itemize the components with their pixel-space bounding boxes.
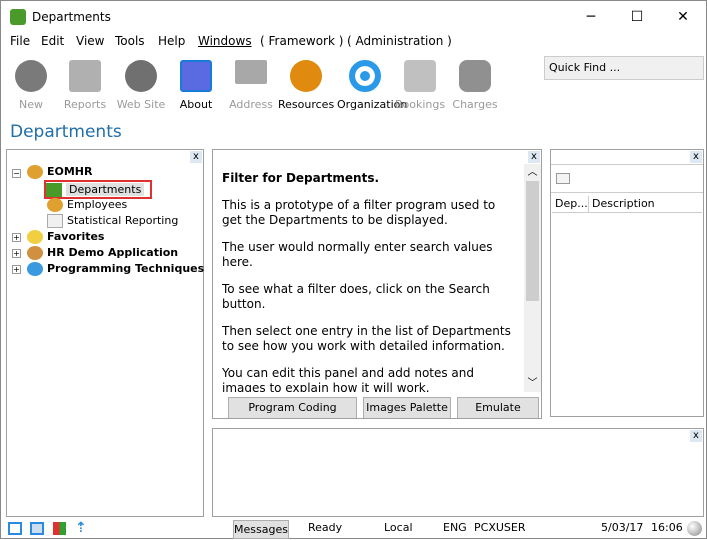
list-panel: x Dep... Description <box>550 149 704 417</box>
menu-file[interactable]: File <box>10 34 30 48</box>
close-panel-button[interactable]: x <box>528 151 540 163</box>
database-icon <box>459 60 491 92</box>
person-icon <box>27 246 43 260</box>
column-header-department[interactable]: Dep... <box>555 196 589 212</box>
menu-view[interactable]: View <box>76 34 104 48</box>
scrollbar-thumb[interactable] <box>526 181 539 301</box>
puzzle-icon <box>46 183 62 197</box>
status-user: PCXUSER <box>474 521 526 534</box>
sort-icon[interactable]: ⇡ <box>75 520 87 536</box>
program-coding-assistant-button[interactable]: Program Coding Assistant <box>228 397 357 418</box>
globe-icon <box>125 60 157 92</box>
images-palette-button[interactable]: Images Palette <box>363 397 451 418</box>
gear-icon <box>27 262 43 276</box>
messages-button[interactable]: Messages <box>233 520 289 539</box>
person-headset-icon <box>290 60 322 92</box>
vertical-scrollbar[interactable]: ︿ ﹀ <box>524 164 541 392</box>
app-icon <box>10 9 26 25</box>
people-icon <box>47 198 63 212</box>
reports-button[interactable]: Reports <box>57 56 113 111</box>
status-date: 5/03/17 <box>601 521 644 534</box>
address-button[interactable]: Address <box>223 56 279 111</box>
collapse-icon[interactable]: − <box>12 169 21 178</box>
gear-icon <box>349 60 381 92</box>
tree-item-eomhr[interactable]: EOMHR <box>27 164 93 180</box>
close-button[interactable]: ✕ <box>660 1 706 33</box>
status-state: Ready <box>308 521 343 534</box>
filter-paragraph: This is a prototype of a filter program … <box>222 198 496 227</box>
bookings-button[interactable]: Bookings <box>392 56 448 111</box>
filter-paragraph: To see what a filter does, click on the … <box>222 282 490 311</box>
tree-item-programming-techniques[interactable]: Programming Techniques <box>27 261 204 277</box>
select-all-checkbox[interactable] <box>556 173 570 184</box>
toolbar: New Reports Web Site About Address Resou… <box>1 56 541 116</box>
menu-bar: File Edit View Tools Help Windows ( Fram… <box>1 33 707 51</box>
folder-icon <box>69 60 101 92</box>
status-location: Local <box>384 521 413 534</box>
organization-button[interactable]: Organization <box>337 56 407 111</box>
filter-paragraph: You can edit this panel and add notes an… <box>222 366 475 392</box>
title-bar: Departments ─ ☐ ✕ <box>1 1 707 33</box>
filter-title: Filter for Departments. <box>222 171 380 185</box>
close-panel-button[interactable]: x <box>690 151 702 163</box>
close-panel-button[interactable]: x <box>690 430 702 442</box>
clock-icon <box>404 60 436 92</box>
layout-icon-2[interactable] <box>30 522 44 535</box>
navigation-tree-panel: x − EOMHR Departments Employees Statisti… <box>6 149 204 517</box>
column-header-description[interactable]: Description <box>592 196 655 212</box>
status-indicator-icon <box>687 521 702 536</box>
layout-icon-1[interactable] <box>8 522 22 535</box>
tree-item-hr-demo[interactable]: HR Demo Application <box>27 245 178 261</box>
filter-paragraph: Then select one entry in the list of Dep… <box>222 324 511 353</box>
expand-icon[interactable]: + <box>12 265 21 274</box>
tree-item-favorites[interactable]: Favorites <box>27 229 104 245</box>
website-button[interactable]: Web Site <box>113 56 169 111</box>
status-time: 16:06 <box>651 521 683 534</box>
people-icon <box>27 165 43 179</box>
about-button[interactable]: About <box>168 56 224 111</box>
menu-windows[interactable]: Windows <box>198 34 252 48</box>
filter-content: Filter for Departments. This is a protot… <box>213 164 523 392</box>
charges-button[interactable]: Charges <box>447 56 503 111</box>
about-gear-icon <box>180 60 212 92</box>
maximize-button[interactable]: ☐ <box>614 1 660 33</box>
quick-find-input[interactable]: Quick Find ... <box>544 56 704 80</box>
window-title: Departments <box>32 10 111 24</box>
envelope-icon <box>235 60 267 84</box>
plus-circle-icon <box>15 60 47 92</box>
color-palette-icon[interactable] <box>53 522 66 535</box>
status-language: ENG <box>443 521 467 534</box>
minimize-button[interactable]: ─ <box>568 1 614 33</box>
scroll-down-icon[interactable]: ﹀ <box>524 375 541 392</box>
emulate-search-button[interactable]: Emulate Search <box>457 397 539 418</box>
star-icon <box>27 230 43 244</box>
filter-paragraph: The user would normally enter search val… <box>222 240 493 269</box>
menu-framework[interactable]: ( Framework ) <box>260 34 343 48</box>
expand-icon[interactable]: + <box>12 249 21 258</box>
menu-edit[interactable]: Edit <box>41 34 64 48</box>
list-header: Dep... Description <box>552 196 702 213</box>
menu-administration[interactable]: ( Administration ) <box>347 34 452 48</box>
new-button[interactable]: New <box>3 56 59 111</box>
close-panel-button[interactable]: x <box>190 151 202 163</box>
resources-button[interactable]: Resources <box>278 56 334 111</box>
menu-tools[interactable]: Tools <box>115 34 145 48</box>
tree-item-statistical-reporting[interactable]: Statistical Reporting <box>47 213 178 229</box>
expand-icon[interactable]: + <box>12 233 21 242</box>
filter-panel: x Filter for Departments. This is a prot… <box>212 149 542 419</box>
scroll-up-icon[interactable]: ︿ <box>524 164 541 181</box>
document-icon <box>47 214 63 228</box>
page-title: Departments <box>10 122 122 142</box>
tree-item-employees[interactable]: Employees <box>47 197 127 213</box>
messages-panel: x <box>212 428 704 517</box>
menu-help[interactable]: Help <box>158 34 185 48</box>
status-bar: ⇡ Messages Ready Local ENG PCXUSER 5/03/… <box>1 518 707 540</box>
